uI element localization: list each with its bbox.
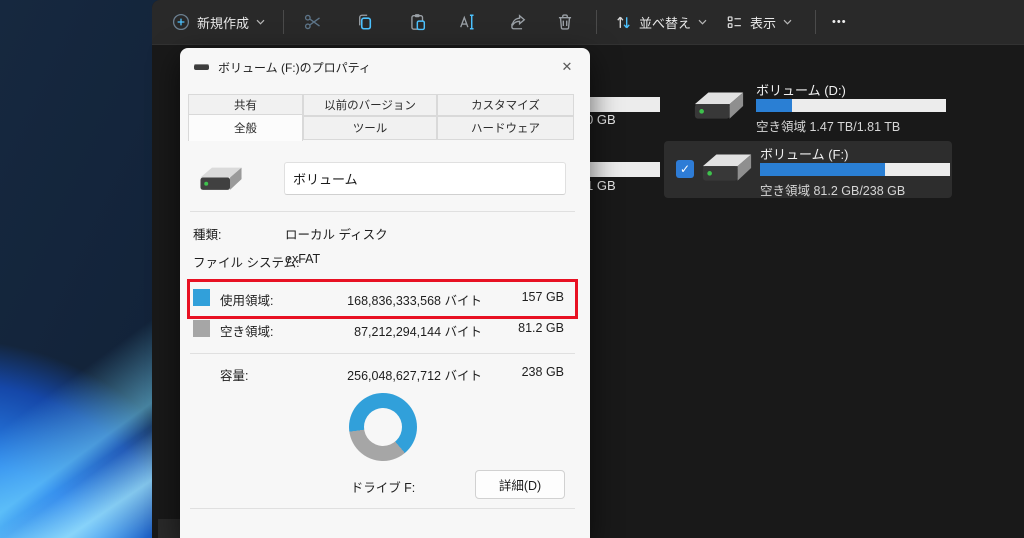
tab-label: 共有 [234,97,257,113]
drive-item-f[interactable]: ✓ ボリューム (F:) 空き領域 81.2 GB/238 GB [664,141,952,198]
properties-dialog: ボリューム (F:)のプロパティ ✕ 共有 以前のバージョン カスタマイズ ツー… [180,48,590,538]
share-button[interactable] [499,4,537,40]
selected-checkbox[interactable]: ✓ [676,160,694,178]
type-value: ローカル ディスク [285,224,388,243]
sort-button-label: 並べ替え [639,13,691,32]
trash-icon [556,13,574,31]
used-space-bytes: 168,836,333,568 バイト [320,290,482,309]
window-edge [158,519,182,538]
details-button-label: 詳細(D) [499,475,541,494]
close-button[interactable]: ✕ [552,53,582,81]
tab-previous-versions[interactable]: 以前のバージョン [303,94,437,116]
separator [190,211,575,212]
tab-label: ハードウェア [471,120,540,136]
sort-button[interactable]: 並べ替え [607,5,715,39]
screen: 新規作成 [0,0,1024,538]
dialog-title: ボリューム (F:)のプロパティ [218,59,371,76]
plus-circle-icon [172,13,190,31]
toolbar-divider [596,10,597,34]
free-space-swatch [193,320,210,337]
tab-share[interactable]: 共有 [188,94,303,116]
view-button[interactable]: 表示 [718,5,800,39]
drive-letter-label: ドライブ F: [283,477,483,496]
view-icon [726,14,743,31]
hard-drive-icon [700,148,754,190]
chevron-down-icon [698,19,707,25]
used-space-swatch [193,289,210,306]
toolbar-divider [815,10,816,34]
filesystem-label: ファイル システム: [193,252,300,271]
used-space-size: 157 GB [486,290,564,304]
drive-free-space: 空き領域 81.2 GB/238 GB [760,180,905,199]
separator [190,508,575,509]
close-icon: ✕ [562,59,573,75]
drive-item-d[interactable]: ボリューム (D:) 空き領域 1.47 TB/1.81 TB [666,78,954,136]
paste-icon [409,13,427,31]
chevron-down-icon [783,19,792,25]
cut-icon [304,13,322,31]
used-space-label: 使用領域: [220,290,273,309]
capacity-bar-fill [760,163,885,176]
volume-name-input[interactable] [284,162,566,195]
rename-icon [458,13,476,31]
filesystem-value: exFAT [285,252,320,266]
free-space-fragment: 1 GB [586,178,616,193]
tab-label: 全般 [234,120,257,136]
capacity-size: 238 GB [486,365,564,379]
hard-drive-icon [692,86,746,128]
new-button-label: 新規作成 [197,13,249,32]
tab-label: カスタマイズ [471,97,540,113]
capacity-bar [756,99,946,112]
copy-button[interactable] [345,4,383,40]
new-button[interactable]: 新規作成 [164,5,273,39]
tab-tools[interactable]: ツール [303,116,437,140]
separator [190,353,575,354]
drive-name: ボリューム (D:) [756,80,846,99]
dialog-titlebar[interactable]: ボリューム (F:)のプロパティ [180,48,590,86]
toolbar-divider [283,10,284,34]
delete-button[interactable] [546,4,584,40]
cut-button[interactable] [294,4,332,40]
copy-icon [355,13,373,31]
capacity-donut [349,393,417,461]
free-space-fragment: 0 GB [586,112,616,127]
drive-glyph-icon [194,64,209,70]
free-space-label: 空き領域: [220,321,273,340]
rename-button[interactable] [448,4,486,40]
chevron-down-icon [256,19,265,25]
free-space-size: 81.2 GB [486,321,564,335]
more-options-button[interactable]: ••• [824,5,855,39]
view-button-label: 表示 [750,13,776,32]
capacity-bytes: 256,048,627,712 バイト [320,365,482,384]
tab-label: 以前のバージョン [324,97,416,113]
drive-name: ボリューム (F:) [760,144,848,163]
tab-general[interactable]: 全般 [188,114,303,141]
paste-button[interactable] [399,4,437,40]
check-icon: ✓ [680,162,690,176]
drive-free-space: 空き領域 1.47 TB/1.81 TB [756,116,900,135]
sort-icon [615,14,632,31]
free-space-bytes: 87,212,294,144 バイト [320,321,482,340]
hard-drive-icon [198,162,244,198]
explorer-toolbar: 新規作成 [152,0,1024,45]
tab-hardware[interactable]: ハードウェア [437,116,574,140]
capacity-label: 容量: [220,365,248,384]
share-icon [509,13,527,31]
tab-customize[interactable]: カスタマイズ [437,94,574,116]
tab-label: ツール [353,120,388,136]
capacity-bar [760,163,950,176]
type-label: 種類: [193,224,221,243]
details-button[interactable]: 詳細(D) [475,470,565,499]
more-options-label: ••• [832,16,847,28]
capacity-bar-fill [756,99,792,112]
